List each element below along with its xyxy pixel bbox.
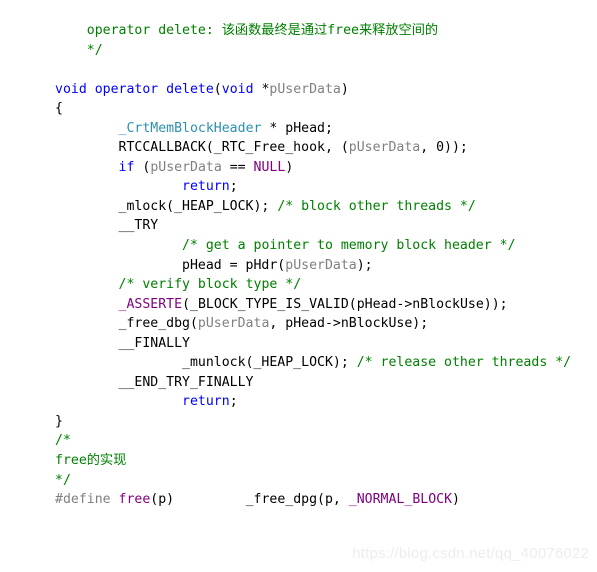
code-token: __END_TRY_FINALLY	[55, 374, 254, 390]
code-token: RTCCALLBACK(_RTC_Free_hook, (	[55, 140, 349, 156]
code-token: }	[55, 413, 63, 429]
code-token: ;	[229, 179, 238, 195]
code-line: _munlock(_HEAP_LOCK); /* release other t…	[55, 353, 571, 373]
code-token: (	[134, 159, 151, 175]
code-line: {	[55, 99, 571, 119]
code-token: );	[356, 257, 373, 273]
code-line: }	[55, 412, 571, 432]
code-line: #define free(p) _free_dpg(p, _NORMAL_BLO…	[55, 490, 571, 510]
code-line: */	[55, 471, 571, 491]
code-token: /* block other threads */	[277, 198, 476, 214]
code-token: pUserData	[269, 81, 341, 97]
code-token: _free_dbg(	[55, 316, 198, 332]
code-line: pHead = pHdr(pUserData);	[55, 256, 571, 276]
code-token: */	[55, 472, 71, 488]
code-line: _mlock(_HEAP_LOCK); /* block other threa…	[55, 197, 571, 217]
code-token: pUserData	[285, 257, 357, 273]
code-token: )	[452, 492, 460, 508]
code-token: return	[182, 394, 230, 410]
code-line: _CrtMemBlockHeader * pHead;	[55, 119, 571, 139]
code-line: operator delete: 该函数最终是通过free来释放空间的	[55, 21, 571, 41]
code-token: ==	[221, 159, 254, 175]
code-token: void	[221, 81, 254, 97]
code-line: if (pUserData == NULL)	[55, 158, 571, 178]
code-token: free的实现	[55, 453, 127, 469]
code-token: _NORMAL_BLOCK	[348, 492, 453, 508]
code-token: , pHead->nBlockUse);	[269, 316, 429, 332]
code-token: , 0));	[420, 140, 468, 156]
code-token: _mlock(_HEAP_LOCK);	[55, 198, 278, 214]
code-token: if	[118, 159, 135, 175]
code-token: __FINALLY	[55, 335, 190, 351]
code-line: _free_dbg(pUserData, pHead->nBlockUse);	[55, 314, 571, 334]
code-token: ;	[229, 394, 238, 410]
code-line: __TRY	[55, 216, 571, 236]
code-token: operator delete: 该函数最终是通过free来释放空间的	[55, 23, 439, 38]
code-line: /* get a pointer to memory block header …	[55, 236, 571, 256]
code-token: free	[118, 492, 151, 508]
code-line: __FINALLY	[55, 334, 571, 354]
code-line: _ASSERTE(_BLOCK_TYPE_IS_VALID(pHead->nBl…	[55, 295, 571, 315]
code-token: _munlock(_HEAP_LOCK);	[55, 355, 357, 371]
code-line: return;	[55, 177, 571, 197]
code-token: {	[55, 101, 63, 117]
code-token: * pHead;	[261, 120, 333, 136]
code-token: /* get a pointer to memory block header …	[182, 238, 516, 254]
code-token: pUserData	[348, 140, 421, 156]
code-token: return	[182, 179, 230, 195]
code-token: )	[285, 159, 294, 175]
code-line: free的实现	[55, 451, 571, 471]
code-token: (_BLOCK_TYPE_IS_VALID(pHead->nBlockUse))…	[182, 296, 508, 312]
code-line: /*	[55, 431, 571, 451]
code-token: )	[340, 81, 349, 97]
code-token: (p) _free_dpg(p,	[150, 492, 349, 508]
code-token: /*	[55, 433, 71, 449]
code-token: NULL	[253, 159, 286, 175]
code-line: /* verify block type */	[55, 275, 571, 295]
code-line: void operator delete(void *pUserData)	[55, 80, 571, 100]
code-token: pUserData	[150, 159, 222, 175]
watermark: https://blog.csdn.net/qq_40076022	[352, 545, 589, 562]
code-token: /* release other threads */	[356, 355, 572, 371]
code-token: */	[55, 42, 103, 58]
code-token: (	[213, 81, 222, 97]
code-token: /* verify block type */	[118, 277, 302, 293]
code-token: _ASSERTE	[118, 296, 183, 312]
code-line: */	[55, 41, 571, 61]
code-token: __TRY	[55, 218, 159, 234]
code-token: #define	[55, 492, 119, 508]
code-token: pHead = pHdr(	[55, 257, 286, 273]
code-token: *	[253, 81, 270, 97]
code-line: __END_TRY_FINALLY	[55, 373, 571, 393]
code-token: pUserData	[197, 316, 270, 332]
code-token: _CrtMemBlockHeader	[118, 120, 262, 136]
code-line: return;	[55, 392, 571, 412]
code-token: void operator delete	[55, 81, 214, 97]
code-line: RTCCALLBACK(_RTC_Free_hook, (pUserData, …	[55, 138, 571, 158]
code-listing[interactable]: operator delete: 该函数最终是通过free来释放空间的 */ vo…	[55, 21, 571, 510]
